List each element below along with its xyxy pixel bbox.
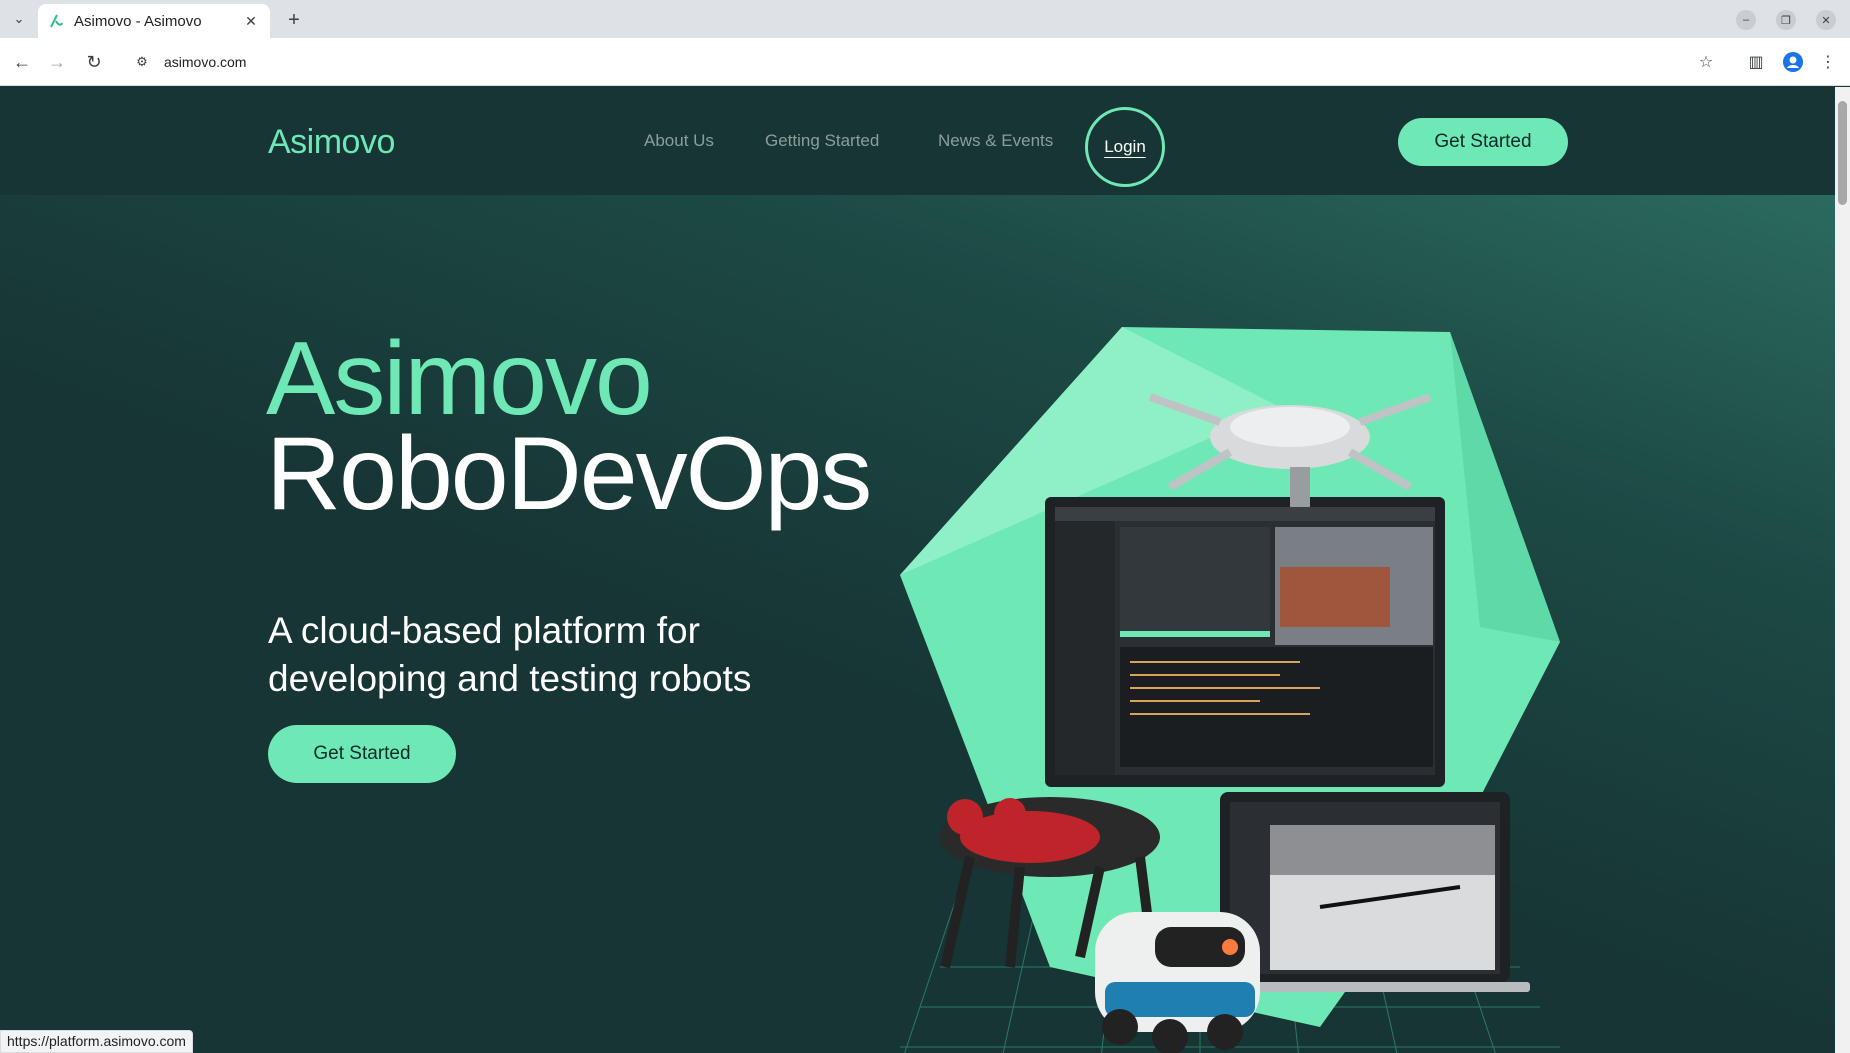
new-tab-plus-icon[interactable]: + (282, 8, 306, 32)
side-panel-icon[interactable]: ▥ (1744, 50, 1768, 74)
status-bar-url: https://platform.asimovo.com (0, 1030, 193, 1053)
bookmark-star-icon[interactable]: ☆ (1694, 50, 1718, 74)
asimovo-favicon-icon (48, 13, 64, 29)
hero-illustration (900, 327, 1560, 1053)
site-info-icon[interactable]: ⚙ (130, 50, 154, 74)
menu-kebab-icon[interactable]: ⋮ (1816, 50, 1840, 74)
browser-toolbar: ← → ↻ ⚙ asimovo.com ☆ ▥ ⋮ (0, 38, 1850, 86)
browser-tab[interactable]: Asimovo - Asimovo ✕ (38, 4, 270, 38)
desktop-monitor (1045, 497, 1445, 787)
address-bar[interactable]: ⚙ asimovo.com (124, 44, 1684, 80)
hero-subtitle: A cloud-based platform for developing an… (268, 610, 752, 700)
tab-list-chevron-icon[interactable]: ⌄ (6, 8, 32, 30)
nav-news-events[interactable]: News & Events (938, 131, 1053, 151)
nav-getting-started[interactable]: Getting Started (765, 131, 879, 151)
header-get-started-button[interactable]: Get Started (1398, 118, 1568, 166)
scrollbar-thumb[interactable] (1838, 101, 1847, 205)
forward-arrow-icon[interactable]: → (45, 50, 69, 74)
delivery-robot-image (1095, 912, 1260, 1053)
login-label: Login (1104, 137, 1146, 156)
login-button[interactable]: Login (1085, 107, 1165, 187)
hero-title-line-2: RoboDevOps (266, 416, 872, 532)
site-header: Asimovo About Us Getting Started News & … (0, 87, 1835, 195)
profile-avatar-icon[interactable] (1781, 50, 1805, 74)
tab-close-icon[interactable]: ✕ (242, 12, 260, 30)
close-window-icon[interactable]: ✕ (1816, 10, 1836, 30)
url-text: asimovo.com (164, 54, 247, 70)
browser-tab-bar: ⌄ Asimovo - Asimovo ✕ + – ❐ ✕ (0, 0, 1850, 38)
tab-title: Asimovo - Asimovo (74, 12, 202, 30)
asimovo-logo[interactable]: Asimovo (268, 123, 395, 162)
reload-icon[interactable]: ↻ (82, 50, 106, 74)
page-scrollbar[interactable] (1835, 87, 1850, 1053)
minimize-icon[interactable]: – (1736, 10, 1756, 30)
web-page: Asimovo About Us Getting Started News & … (0, 87, 1835, 1053)
hero-get-started-button[interactable]: Get Started (268, 725, 456, 783)
restore-icon[interactable]: ❐ (1776, 10, 1796, 30)
back-arrow-icon[interactable]: ← (10, 50, 34, 74)
nav-about-us[interactable]: About Us (644, 131, 714, 151)
